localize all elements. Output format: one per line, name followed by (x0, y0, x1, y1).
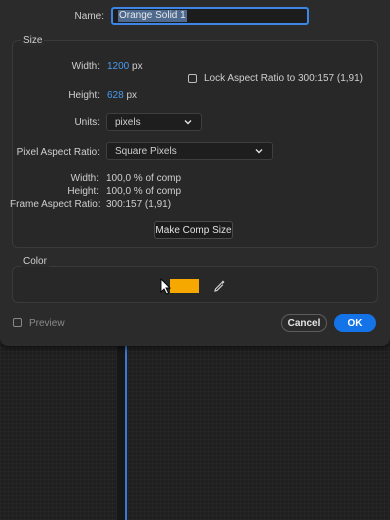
name-input[interactable]: Orange Solid 1 (111, 7, 309, 25)
info-width-label: Width: (70, 173, 99, 184)
color-group-title: Color (21, 256, 49, 267)
cancel-button[interactable]: Cancel (281, 314, 327, 332)
units-value: pixels (115, 116, 141, 128)
size-group-title: Size (21, 35, 45, 46)
name-label: Name: (74, 11, 104, 22)
preview-checkbox[interactable] (13, 318, 22, 327)
make-comp-size-button[interactable]: Make Comp Size (154, 221, 233, 239)
height-unit: px (126, 90, 138, 101)
ok-button[interactable]: OK (334, 314, 376, 332)
eyedropper-icon[interactable] (213, 279, 226, 293)
pixel-aspect-label: Pixel Aspect Ratio: (16, 147, 100, 158)
info-height-label: Height: (67, 186, 99, 197)
name-value: Orange Solid 1 (118, 10, 187, 22)
pixel-aspect-value: Square Pixels (115, 145, 177, 157)
solid-settings-dialog: Name: Orange Solid 1 Size Width: 1200 px… (0, 0, 390, 346)
frame-aspect-value: 300:157 (1,91) (106, 199, 172, 210)
height-field[interactable]: 628 px (107, 90, 137, 101)
info-width-value: 100,0 % of comp (106, 173, 182, 184)
height-label: Height: (68, 90, 100, 101)
width-field[interactable]: 1200 px (107, 61, 143, 72)
units-label: Units: (74, 117, 100, 128)
color-swatch[interactable] (170, 279, 199, 293)
playhead-line[interactable] (125, 346, 127, 520)
lock-aspect-checkbox[interactable] (188, 74, 197, 83)
units-select[interactable]: pixels (106, 113, 202, 131)
lock-aspect-label: Lock Aspect Ratio to 300:157 (1,91) (204, 73, 363, 84)
preview-label: Preview (29, 318, 65, 329)
info-height-value: 100,0 % of comp (106, 186, 182, 197)
timeline-track-shadow (117, 346, 125, 520)
frame-aspect-label: Frame Aspect Ratio: (10, 199, 101, 210)
width-unit: px (132, 61, 143, 72)
height-value[interactable]: 628 (107, 90, 124, 101)
width-value[interactable]: 1200 (107, 61, 129, 72)
pixel-aspect-select[interactable]: Square Pixels (106, 142, 273, 160)
chevron-down-icon (255, 149, 263, 154)
cursor-pointer-icon (160, 278, 172, 295)
width-label: Width: (71, 61, 100, 72)
chevron-down-icon (184, 120, 192, 125)
